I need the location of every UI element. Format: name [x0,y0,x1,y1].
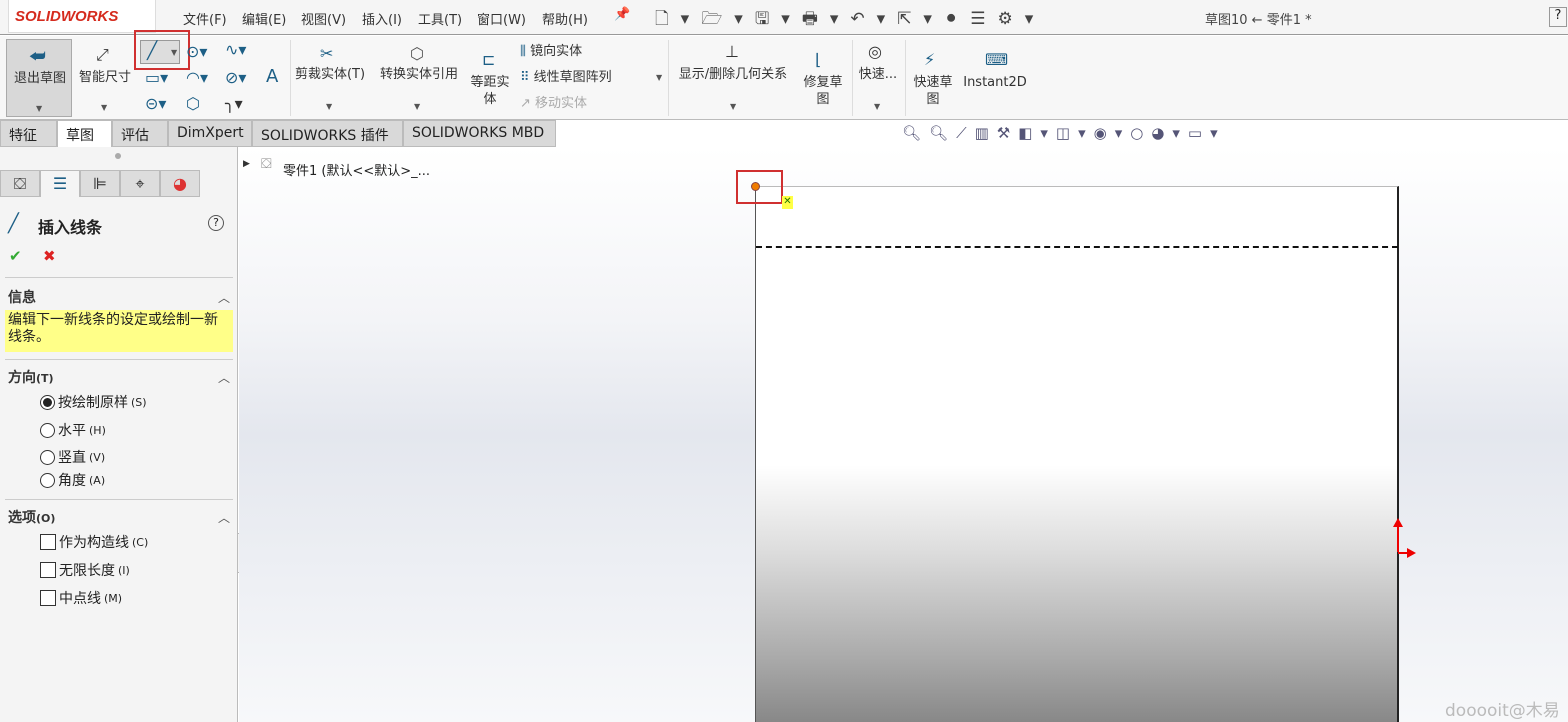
command-tabs: 特征 草图 评估 DimXpert SOLIDWORKS 插件 SOLIDWOR… [0,120,1568,147]
radio-as-sketched[interactable]: 按绘制原样 (S) [40,392,147,412]
sketch-dashed-line [756,246,1398,248]
collapse-icon[interactable]: ︿ [218,369,230,386]
radio-angle[interactable]: 角度 (A) [40,470,105,490]
arc-tool-icon[interactable]: ◠▾ [186,68,208,87]
tab-features[interactable]: 特征 [0,120,57,147]
title-bar: SOLIDWORKS 文件(F) 编辑(E) 视图(V) 插入(I) 工具(T)… [0,0,1568,35]
menu-file[interactable]: 文件(F) [183,9,227,28]
relations-icon: ⊥ [725,42,739,61]
instant2d-button[interactable]: Instant2D [962,74,1028,91]
tab-addins[interactable]: SOLIDWORKS 插件 [252,120,403,147]
panel-title: 插入线条 [38,218,103,237]
ok-button[interactable]: ✔ [9,247,22,265]
collapse-icon[interactable]: ︿ [218,289,230,306]
feature-manager-tab[interactable]: ⛋ [0,170,40,197]
smart-dimension-button[interactable]: ⤢ 智能尺寸 ▼ [76,39,134,117]
command-manager: ⮨ 退出草图 ▼ ⤢ 智能尺寸 ▼ ╱ ▼ ⊙▾ ∿▾ ▭▾ ◠▾ ⊘▾ A ⊝▾… [0,30,1568,120]
display-delete-relations-button[interactable]: 显示/删除几何关系 [672,66,794,83]
line-tool-button[interactable]: ╱ ▼ [140,40,180,64]
help-icon[interactable]: ? [208,215,224,231]
menu-insert[interactable]: 插入(I) [362,9,402,28]
linear-pattern-button[interactable]: ⠿ 线性草图阵列 [520,69,612,86]
offset-icon: ⊏ [482,50,496,69]
origin-x-arrow-icon [1407,548,1416,558]
line-icon: ╱ [147,41,158,61]
rapid-sketch-button[interactable]: 快速草图 [910,74,956,108]
cancel-button[interactable]: ✖ [43,247,56,265]
exit-sketch-label: 退出草图 [13,71,66,86]
exit-sketch-button[interactable]: ⮨ 退出草图 ▼ [6,39,72,117]
instant2d-icon: ⌨ [985,50,1009,69]
coincident-relation-icon: ✕ [782,196,793,209]
expand-icon[interactable]: ▶ [243,159,250,169]
part-icon: ⛋ [261,156,272,172]
menu-edit[interactable]: 编辑(E) [242,9,286,28]
radio-vertical[interactable]: 竖直 (V) [40,447,105,467]
quick-access-icons[interactable]: 🗋▾🗁▾🖫▾🖶▾↶▾⇱▾⚫☰⚙▾ [655,6,1045,35]
rapid-sketch-icon: ⚡ [924,50,936,69]
smart-dimension-icon: ⤢ [96,45,109,64]
checkbox-midpoint-line[interactable]: 中点线 (M) [40,588,122,608]
menu-window[interactable]: 窗口(W) [477,9,526,28]
circle-tool-icon[interactable]: ⊙▾ [186,42,207,61]
text-tool-icon[interactable]: A [266,66,278,87]
menu-help[interactable]: 帮助(H) [542,9,588,28]
repair-sketch-button[interactable]: 修复草图 [800,74,846,108]
menu-view[interactable]: 视图(V) [301,9,346,28]
smart-dimension-label: 智能尺寸 [78,70,131,85]
solidworks-logo[interactable]: SOLIDWORKS [8,0,156,33]
chevron-down-icon[interactable]: ▼ [36,104,42,113]
part-body [755,186,1399,722]
dimxpert-manager-tab[interactable]: ⌖ [120,170,160,197]
exit-sketch-icon: ⮨ [29,46,46,67]
convert-icon: ⬡ [410,44,424,63]
origin-y-arrow-icon [1393,518,1403,527]
rectangle-tool-icon[interactable]: ▭▾ [145,68,168,87]
help-icon[interactable]: ? [1549,7,1567,27]
line-icon: ╱ [8,213,19,234]
info-header[interactable]: 信息 [8,287,36,307]
tab-sketch[interactable]: 草图 [57,120,112,147]
trim-entities-button[interactable]: 剪裁实体(T) [294,66,366,83]
ellipse-tool-icon[interactable]: ⊘▾ [225,68,246,87]
move-entities-button[interactable]: ↗ 移动实体 [520,95,587,112]
property-manager: ⛋ ☰ ⊫ ⌖ ◕ ╱ 插入线条 ? ✔ ✖ 信息 ︿ 编辑下一新线条的设定或绘… [0,147,238,722]
options-header[interactable]: 选项(O) [8,507,55,527]
property-manager-tab[interactable]: ☰ [40,170,80,197]
watermark: dooooit@木易 [1445,701,1560,721]
trim-icon: ✂ [320,44,334,63]
spline-tool-icon[interactable]: ∿▾ [225,40,246,59]
tab-evaluate[interactable]: 评估 [112,120,168,147]
chevron-down-icon[interactable]: ▼ [101,103,107,112]
direction-header[interactable]: 方向(T) [8,367,54,387]
heads-up-view-toolbar[interactable]: 🔍︎🔍︎⟋▥⚒◧▾◫▾◉▾○◕▾▭▾ [902,124,1226,142]
quick-snaps-button[interactable]: 快速... [856,66,900,83]
mirror-entities-button[interactable]: ⫼ 镜向实体 [520,43,582,60]
info-message: 编辑下一新线条的设定或绘制一新线条。 [5,310,233,352]
configuration-manager-tab[interactable]: ⊫ [80,170,120,197]
tree-root-part[interactable]: 零件1 (默认<<默认>_... [283,160,430,179]
polygon-tool-icon[interactable]: ⬡ [186,94,200,113]
sketch-point[interactable] [751,182,760,191]
quick-snaps-icon: ◎ [868,42,882,61]
splitter-handle[interactable] [115,153,121,159]
convert-entities-button[interactable]: 转换实体引用 [374,66,464,83]
fillet-tool-icon[interactable]: ╮▾ [225,94,243,113]
radio-horizontal[interactable]: 水平 (H) [40,420,106,440]
slot-tool-icon[interactable]: ⊝▾ [145,94,166,113]
tab-dimxpert[interactable]: DimXpert [168,120,252,147]
repair-sketch-icon: ⌊ [815,50,822,69]
checkbox-infinite-length[interactable]: 无限长度 (I) [40,560,130,580]
window-title: 草图10 ← 零件1 * [1205,13,1312,28]
checkbox-construction[interactable]: 作为构造线 (C) [40,532,148,552]
collapse-icon[interactable]: ︿ [218,509,230,526]
display-manager-tab[interactable]: ◕ [160,170,200,197]
offset-entities-button[interactable]: 等距实体 [468,74,512,108]
tab-mbd[interactable]: SOLIDWORKS MBD [403,120,556,147]
pin-icon[interactable]: 📌 [614,7,630,22]
menu-tools[interactable]: 工具(T) [418,9,462,28]
